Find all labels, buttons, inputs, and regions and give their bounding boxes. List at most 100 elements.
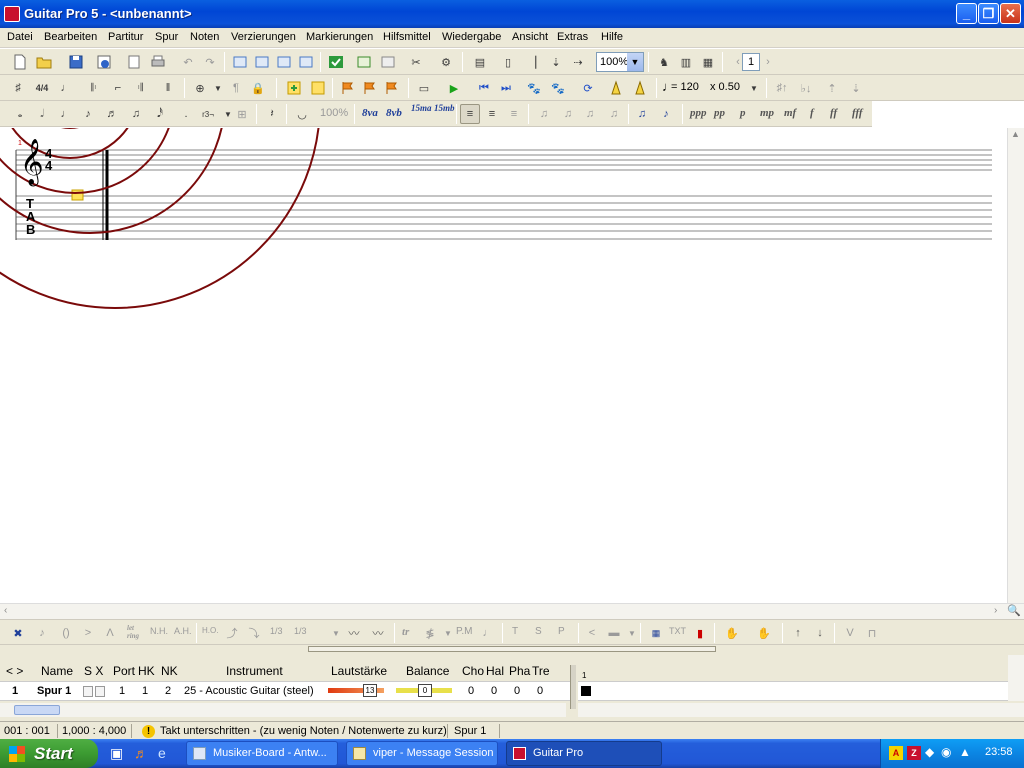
- ottava-8va[interactable]: 8va: [362, 107, 378, 119]
- dynamic-p[interactable]: p: [740, 107, 746, 119]
- quicklaunch-desktop-icon[interactable]: ▣: [110, 745, 123, 762]
- ghost-note-icon[interactable]: ♪: [32, 623, 52, 643]
- close-button[interactable]: ✕: [1000, 3, 1021, 24]
- eighth-note-icon[interactable]: ♪: [78, 104, 98, 124]
- sixteenth-note-icon[interactable]: ♬: [102, 104, 122, 124]
- save-icon[interactable]: [66, 52, 86, 72]
- transpose-down-icon[interactable]: ♭↓: [796, 78, 816, 98]
- add-marker-icon[interactable]: [284, 78, 304, 98]
- mixer-change-icon[interactable]: ▮: [690, 623, 710, 643]
- vertical-view-icon[interactable]: ⇣: [546, 52, 566, 72]
- beam-group-icon[interactable]: ♫: [604, 104, 624, 124]
- tremolo-picking-icon[interactable]: ≸: [420, 623, 440, 643]
- track-instrument[interactable]: 25 - Acoustic Guitar (steel): [184, 685, 314, 697]
- zonealarm-icon[interactable]: Z: [907, 746, 921, 760]
- track-port[interactable]: 1: [119, 685, 125, 697]
- paragraph-icon[interactable]: ¶: [226, 78, 246, 98]
- tempo-value[interactable]: = 120: [671, 81, 699, 93]
- menu-partitur[interactable]: Partitur: [108, 31, 143, 43]
- accent-icon[interactable]: >: [78, 623, 98, 643]
- print-icon[interactable]: [148, 52, 168, 72]
- menu-extras[interactable]: Extras: [557, 31, 588, 43]
- task-viper[interactable]: viper - Message Session: [346, 741, 498, 766]
- track-hk[interactable]: 1: [142, 685, 148, 697]
- track-reverb[interactable]: 0: [491, 685, 497, 697]
- page-view-icon[interactable]: ▤: [470, 52, 490, 72]
- menu-wiedergabe[interactable]: Wiedergabe: [442, 31, 501, 43]
- scroll-up-icon[interactable]: ▲: [1011, 129, 1020, 139]
- parenthesis-note-icon[interactable]: (): [56, 623, 76, 643]
- menu-markierungen[interactable]: Markierungen: [306, 31, 373, 43]
- balance-thumb[interactable]: 0: [418, 684, 432, 697]
- double-bar-icon[interactable]: ‖: [158, 78, 178, 98]
- whole-note-icon[interactable]: 𝅝: [10, 104, 30, 124]
- stroke-icon[interactable]: ▬: [604, 623, 624, 643]
- tuner-icon[interactable]: ✂: [406, 52, 426, 72]
- let-ring-button[interactable]: let ring: [127, 624, 141, 640]
- task-guitar-pro[interactable]: Guitar Pro: [506, 741, 662, 766]
- zoom-select[interactable]: 100% ▼: [596, 52, 644, 72]
- dynamic-mf[interactable]: mf: [784, 107, 796, 119]
- score-horizontal-scrollbar[interactable]: ‹ › 🔍: [0, 603, 1024, 619]
- paws-icon[interactable]: 🐾: [524, 78, 544, 98]
- score-vertical-scrollbar[interactable]: ▲: [1007, 128, 1024, 603]
- remove-bar-icon[interactable]: [378, 52, 398, 72]
- tie-grid-icon[interactable]: ⊞: [232, 104, 252, 124]
- menu-verzierungen[interactable]: Verzierungen: [231, 31, 296, 43]
- track-vertical-scrollbar[interactable]: [1008, 655, 1024, 701]
- fade-in-icon[interactable]: <: [582, 623, 602, 643]
- volume-thumb[interactable]: 13: [363, 684, 377, 697]
- track-nk[interactable]: 2: [165, 685, 171, 697]
- wide-vibrato-icon[interactable]: 〰: [368, 623, 388, 643]
- menu-hilfsmittel[interactable]: Hilfsmittel: [383, 31, 431, 43]
- slap-button[interactable]: S: [535, 626, 542, 637]
- restore-button[interactable]: ❐: [978, 3, 999, 24]
- ottava-15ma[interactable]: 15ma: [411, 104, 432, 113]
- voice1-icon[interactable]: ≡: [460, 104, 480, 124]
- time-signature-icon[interactable]: 4/4: [32, 78, 52, 98]
- delete-track-icon[interactable]: [296, 52, 316, 72]
- octave-down-icon[interactable]: ⇣: [846, 78, 866, 98]
- repeat-close-icon[interactable]: 𝄇: [130, 78, 150, 98]
- insert-track-icon[interactable]: [252, 52, 272, 72]
- ottava-8vb[interactable]: 8vb: [386, 107, 402, 119]
- quarter-note-icon[interactable]: ♩: [56, 104, 76, 124]
- pop-button[interactable]: P: [558, 626, 565, 637]
- ottava-15mb[interactable]: 15mb: [434, 104, 455, 113]
- sixtyfourth-note-icon[interactable]: 𝅘𝅥𝅰: [150, 104, 170, 124]
- rest-icon[interactable]: 𝄽: [262, 104, 282, 124]
- natural-harmonic-button[interactable]: N.H.: [150, 626, 168, 636]
- stroke-dropdown-icon[interactable]: ▼: [622, 623, 642, 643]
- task-musiker-board[interactable]: Musiker-Board - Antw...: [186, 741, 338, 766]
- stem-direction-icon[interactable]: ♪: [656, 104, 676, 124]
- staccato-icon[interactable]: ♩: [478, 623, 498, 643]
- measure-grid[interactable]: [578, 681, 1008, 701]
- next-marker-icon[interactable]: [382, 78, 402, 98]
- menu-spur[interactable]: Spur: [155, 31, 178, 43]
- slide-dropdown-icon[interactable]: ▼: [326, 623, 346, 643]
- arrow-up-icon[interactable]: ↑: [788, 623, 808, 643]
- dead-note-icon[interactable]: ✖: [8, 623, 28, 643]
- magnifier-icon[interactable]: 🔍: [1007, 604, 1021, 617]
- half-note-icon[interactable]: 𝅗𝅥: [32, 104, 52, 124]
- dynamic-f[interactable]: f: [810, 107, 814, 119]
- goto-marker-icon[interactable]: [360, 78, 380, 98]
- keyboard-icon[interactable]: ▦: [698, 52, 718, 72]
- dynamic-ppp[interactable]: ppp: [690, 107, 707, 119]
- metronome-icon[interactable]: [606, 78, 626, 98]
- page-setup-icon[interactable]: [124, 52, 144, 72]
- fretboard-icon[interactable]: ▥: [676, 52, 696, 72]
- menu-ansicht[interactable]: Ansicht: [512, 31, 548, 43]
- tie-icon[interactable]: ◡: [292, 104, 312, 124]
- loop-icon[interactable]: ⟳: [578, 78, 598, 98]
- copy-track-icon[interactable]: [230, 52, 250, 72]
- panel-divider[interactable]: [570, 665, 576, 709]
- redo-icon[interactable]: ↷: [200, 52, 220, 72]
- trill-button[interactable]: tr: [402, 626, 409, 638]
- previous-icon[interactable]: ⏮: [474, 78, 494, 98]
- lock-icon[interactable]: 🔒: [248, 78, 268, 98]
- thirtysecond-note-icon[interactable]: ♫: [126, 104, 146, 124]
- dotted-note-icon[interactable]: .: [176, 104, 196, 124]
- auto-beam-icon[interactable]: ♫: [534, 104, 554, 124]
- track-nav-arrows[interactable]: < >: [6, 664, 23, 678]
